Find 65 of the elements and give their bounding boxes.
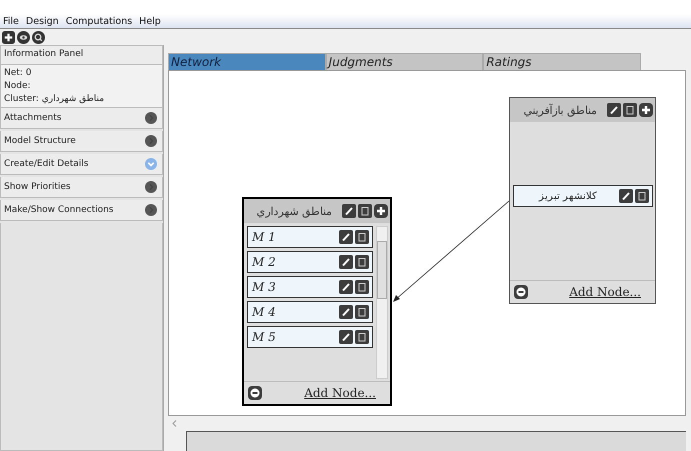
section-header[interactable]: Attachments [0, 108, 163, 129]
info-line: Net: 0 [4, 67, 32, 79]
section-header[interactable]: Model Structure [0, 131, 163, 152]
trash-icon[interactable] [355, 280, 369, 294]
trash-icon[interactable] [355, 330, 369, 344]
trash-icon[interactable] [355, 255, 369, 269]
add-icon[interactable] [2, 30, 15, 44]
chevron-right-icon[interactable] [145, 204, 157, 216]
node-item[interactable]: M 5 [247, 326, 373, 348]
pencil-icon[interactable] [339, 255, 353, 269]
menu-item[interactable]: File [3, 16, 19, 26]
trash-icon[interactable] [355, 305, 369, 319]
node-label: M 1 [252, 230, 277, 244]
trash-icon[interactable] [623, 103, 637, 117]
pencil-icon[interactable] [342, 204, 356, 218]
chevron-right-icon[interactable] [145, 112, 157, 124]
panel-title: Information Panel [0, 45, 163, 65]
node-label: M 2 [252, 255, 277, 269]
node-label: M 3 [252, 280, 277, 294]
minus-icon[interactable] [514, 285, 528, 299]
chevron-right-icon[interactable] [145, 135, 157, 147]
section-header[interactable]: Make/Show Connections [0, 200, 163, 221]
node-item[interactable]: M 1 [247, 226, 373, 248]
section-header[interactable]: Create/Edit Details [0, 154, 163, 175]
menu-item[interactable]: Help [139, 16, 161, 26]
section-label: Create/Edit Details [4, 159, 88, 169]
trash-icon[interactable] [358, 204, 372, 218]
section-label: Attachments [4, 113, 62, 123]
scrollbar[interactable] [376, 226, 388, 379]
node-label: M 4 [252, 305, 277, 319]
trash-icon[interactable] [635, 188, 649, 202]
section-label: Model Structure [4, 136, 76, 146]
node-label: M 5 [252, 330, 277, 344]
add-node-link[interactable]: Add Node... [262, 386, 386, 400]
tab[interactable]: Judgments [326, 53, 484, 70]
plus-icon[interactable] [639, 103, 653, 117]
pencil-icon[interactable] [339, 280, 353, 294]
tab[interactable]: Ratings [483, 53, 642, 70]
section-label: Make/Show Connections [4, 205, 114, 215]
pencil-icon[interactable] [607, 103, 621, 117]
menu-item[interactable]: Design [26, 16, 59, 26]
add-node-link[interactable]: Add Node... [528, 285, 651, 299]
trash-icon[interactable] [355, 230, 369, 244]
cluster-title: مناطق بازآفريني [522, 104, 598, 116]
pencil-icon[interactable] [339, 230, 353, 244]
section-label: Show Priorities [4, 182, 71, 192]
info-line: Node: [4, 80, 32, 92]
node-item[interactable]: M 3 [247, 276, 373, 298]
tab[interactable]: Network [168, 53, 326, 70]
zoom-icon[interactable] [32, 30, 45, 44]
node-item[interactable]: M 2 [247, 251, 373, 273]
minus-icon[interactable] [248, 386, 262, 400]
pencil-icon[interactable] [339, 305, 353, 319]
plus-icon[interactable] [374, 204, 388, 218]
cluster-title: مناطق شهرداري [256, 204, 333, 218]
pencil-icon[interactable] [339, 330, 353, 344]
node-item[interactable]: كلانشهر تبريز [513, 184, 653, 206]
node-label: كلانشهر تبريز [538, 190, 598, 202]
node-item[interactable]: M 4 [247, 301, 373, 323]
info-line: Cluster: مناطق شهرداري [4, 93, 106, 105]
chevron-right-icon[interactable] [145, 181, 157, 193]
section-header[interactable]: Show Priorities [0, 177, 163, 198]
eye-icon[interactable] [17, 30, 30, 44]
menu-item[interactable]: Computations [66, 16, 132, 26]
pencil-icon[interactable] [619, 188, 633, 202]
